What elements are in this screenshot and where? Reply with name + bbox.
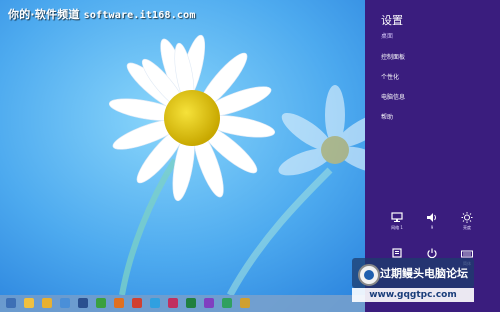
forum-url: www.gqgtpc.com [352, 288, 474, 302]
settings-context: 桌面 [381, 33, 394, 40]
volume-button[interactable]: 9 [414, 212, 450, 230]
app-icon[interactable] [60, 298, 70, 308]
taskbar [0, 295, 365, 312]
store-icon[interactable] [222, 298, 232, 308]
daisy-wallpaper [0, 0, 365, 295]
forum-badge: 过期鳗头电脑论坛 [352, 258, 474, 288]
watermark: 你的·软件频道 software.it168.com [8, 6, 196, 22]
network-icon [391, 212, 403, 222]
settings-link-personalize[interactable]: 个性化 [381, 72, 399, 81]
forum-name: 过期鳗头电脑论坛 [380, 267, 468, 280]
brightness-button[interactable]: 亮度 [449, 212, 485, 231]
excel-icon[interactable] [186, 298, 196, 308]
watermark-url: software.it168.com [83, 10, 196, 21]
start-icon[interactable] [6, 298, 16, 308]
network-label: 网络 1 [391, 225, 403, 230]
settings-link-pc-info[interactable]: 电脑信息 [381, 92, 405, 101]
firefox-icon[interactable] [114, 298, 124, 308]
settings-link-control-panel[interactable]: 控制面板 [381, 52, 405, 61]
browser-icon[interactable] [96, 298, 106, 308]
network-button[interactable]: 网络 1 [379, 212, 415, 231]
desktop: 你的·软件频道 software.it168.com 设置 桌面 控制面板 个性… [0, 0, 500, 312]
skype-icon[interactable] [150, 298, 160, 308]
explorer-icon[interactable] [24, 298, 34, 308]
settings-icon[interactable] [78, 298, 88, 308]
chrome-icon[interactable] [132, 298, 142, 308]
volume-icon [427, 213, 436, 222]
folder-icon[interactable] [42, 298, 52, 308]
settings-title: 设置 [381, 14, 403, 27]
settings-link-help[interactable]: 帮助 [381, 112, 393, 121]
files-icon[interactable] [240, 298, 250, 308]
volume-label: 9 [430, 225, 434, 230]
music-icon[interactable] [204, 298, 214, 308]
brightness-icon [461, 212, 473, 223]
brightness-label: 亮度 [463, 225, 471, 230]
watermark-text: 你的·软件频道 [8, 8, 80, 21]
photos-icon[interactable] [168, 298, 178, 308]
forum-logo-icon [358, 264, 380, 286]
